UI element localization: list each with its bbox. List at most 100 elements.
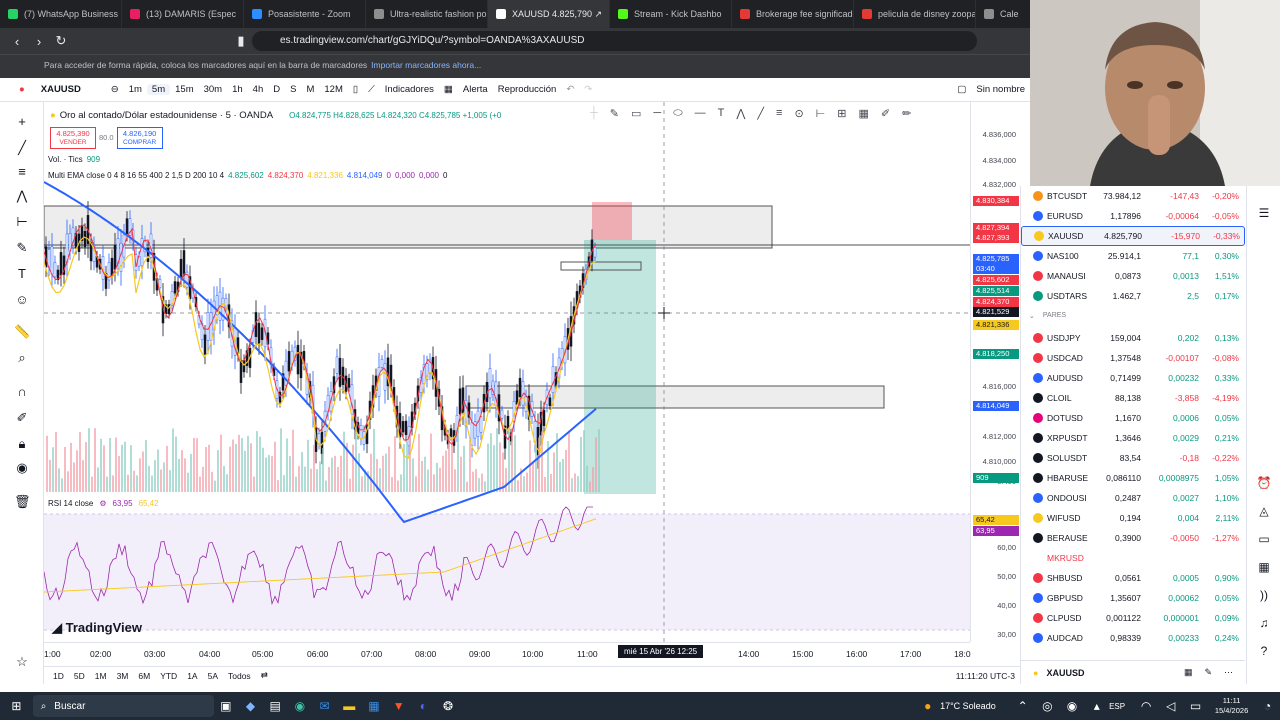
copilot-icon[interactable]: ◆ [238, 696, 263, 716]
range-1d[interactable]: 1D [48, 671, 69, 681]
ideas-icon[interactable]: ◬ [1256, 504, 1272, 520]
layout-name[interactable]: Sin nombre [971, 84, 1030, 95]
watchlist-row[interactable]: DOTUSD 1,1670 0,0006 0,05% [1021, 408, 1245, 428]
icons-tool-icon[interactable]: ☺ [14, 292, 30, 308]
watchlist-row[interactable]: HBARUSE 0,086110 0,0008975 1,05% [1021, 468, 1245, 488]
interval-M[interactable]: M [301, 84, 319, 95]
range-1a[interactable]: 1A [182, 671, 202, 681]
watchlist-row[interactable]: USDJPY 159,004 0,202 0,13% [1021, 328, 1245, 348]
grid-icon[interactable]: ▦ [858, 107, 868, 123]
volume-icon[interactable]: ◁ [1158, 696, 1183, 716]
goto-date-icon[interactable]: ⇄ [256, 670, 273, 681]
browser-tab[interactable]: (7) WhatsApp Business [0, 0, 122, 28]
watchlist-row[interactable]: BERAUSE 0,3900 -0,0050 -1,27% [1021, 528, 1245, 548]
chatgpt-icon[interactable]: ❂ [436, 696, 461, 716]
interval-12M[interactable]: 12M [319, 84, 347, 95]
watchlist-row[interactable]: NAS100 25.914,1 77,1 0,30% [1021, 246, 1245, 266]
sell-button[interactable]: 4.825,390 VENDER [50, 127, 96, 149]
import-bookmarks-link[interactable]: Importar marcadores ahora... [371, 60, 481, 70]
chart-canvas[interactable] [43, 102, 970, 642]
store-icon[interactable]: ▤ [263, 696, 288, 716]
tray-app2-icon[interactable]: ◉ [1060, 696, 1085, 716]
reload-icon[interactable]: ↻ [50, 33, 72, 49]
watchlist-row[interactable]: WIFUSD 0,194 0,004 2,11% [1021, 508, 1245, 528]
language-indicator[interactable]: ESP [1109, 702, 1134, 711]
watchlist-row[interactable]: USDTARS 1.462,7 2,5 0,17% [1021, 286, 1245, 306]
watchlist-row[interactable]: XAUUSD 4.825,790 -15,970 -0,33% [1021, 226, 1245, 246]
stay-drawing-icon[interactable]: ✐ [14, 410, 30, 426]
bookmark-icon[interactable]: ▮ [230, 33, 252, 49]
browser-tab[interactable]: Ultra-realistic fashion po [366, 0, 488, 28]
ray-icon[interactable]: ╱ [757, 107, 764, 123]
back-icon[interactable]: ‹ [6, 34, 28, 49]
browser-tab[interactable]: Stream - Kick Dashbo [610, 0, 732, 28]
zoom-tool-icon[interactable]: ⌕ [14, 350, 30, 366]
watchlist-row[interactable]: CLPUSD 0,001122 0,000001 0,09% [1021, 608, 1245, 628]
dash-icon[interactable]: ┼ [590, 107, 598, 123]
browser-tab[interactable]: (13) DAMARIS (Espec [122, 0, 244, 28]
explorer-icon[interactable]: ▬ [337, 696, 362, 716]
interval-S[interactable]: S [285, 84, 301, 95]
text-tool-icon[interactable]: T [14, 266, 30, 282]
symbol-search[interactable]: XAUUSD [36, 84, 106, 95]
range-6m[interactable]: 6M [133, 671, 155, 681]
fullscreen-icon[interactable]: ▢ [952, 84, 971, 95]
tray-app3-icon[interactable]: ▴ [1084, 696, 1109, 716]
notification-bell-icon[interactable]: ◔ [1255, 696, 1280, 716]
range-3m[interactable]: 3M [112, 671, 134, 681]
browser-tab[interactable]: pelicula de disney zoopa [854, 0, 976, 28]
help-icon[interactable]: ? [1256, 644, 1272, 660]
browser-tab[interactable]: XAUUSD 4.825,790 ↗✕ [488, 0, 610, 28]
interval-5m[interactable]: 5m [146, 84, 171, 95]
redo-icon[interactable]: ↷ [579, 84, 597, 95]
footer-symbol[interactable]: XAUUSD [1046, 668, 1084, 678]
fib-tool-icon[interactable]: ≡ [14, 164, 30, 180]
magnet-tool-icon[interactable]: ∩ [14, 384, 30, 400]
watchlist-row[interactable]: CLOIL 88,138 -3,858 -4,19% [1021, 388, 1245, 408]
hide-drawings-icon[interactable]: ◉ [14, 460, 30, 476]
fib-icon[interactable]: ⊞ [837, 107, 846, 123]
indicators-button[interactable]: Indicadores [380, 84, 439, 95]
task-view-icon[interactable]: ▣ [214, 696, 239, 716]
brave-icon[interactable]: ▼ [386, 696, 411, 716]
watchlist-row[interactable]: SOLUSDT 83,54 -0,18 -0,22% [1021, 448, 1245, 468]
range-1m[interactable]: 1M [90, 671, 112, 681]
watchlist-row[interactable]: XRPUSDT 1,3646 0,0029 0,21% [1021, 428, 1245, 448]
line-icon[interactable]: ─ [653, 107, 661, 123]
streams-icon[interactable]: )) [1256, 588, 1272, 604]
interval-1m[interactable]: 1m [124, 84, 147, 95]
watchlist-row[interactable]: ONDOUSI 0,2487 0,0027 1,10% [1021, 488, 1245, 508]
interval-15m[interactable]: 15m [170, 84, 198, 95]
circle-icon[interactable]: ⊙ [794, 107, 803, 123]
watchlist-row[interactable]: AUDUSD 0,71499 0,00232 0,33% [1021, 368, 1245, 388]
browser-tab[interactable]: Posasistente - Zoom [244, 0, 366, 28]
watchlist-row[interactable]: MANAUSI 0,0873 0,0013 1,51% [1021, 266, 1245, 286]
time-axis[interactable]: 1:00 02:00 03:00 04:00 05:00 06:00 07:00 08:00 0… [44, 642, 971, 662]
outlook-icon[interactable]: ✉ [312, 696, 337, 716]
watchlist-row[interactable]: USDCAD 1,37548 -0,00107 -0,08% [1021, 348, 1245, 368]
crosshair-tool-icon[interactable]: + [14, 114, 30, 130]
range-5a[interactable]: 5A [203, 671, 223, 681]
interval-D[interactable]: D [268, 84, 285, 95]
interval-1h[interactable]: 1h [227, 84, 248, 95]
channel-icon[interactable]: ≡ [776, 107, 782, 123]
watchlist-row[interactable]: BTCUSDT 73.984,12 -147,43 -0,20% [1021, 186, 1245, 206]
chat-icon[interactable]: ▭ [1256, 532, 1272, 548]
volume-label[interactable]: Vol. · Tics [48, 155, 83, 164]
ruler-tool-icon[interactable]: 📏 [14, 324, 30, 340]
forward-icon[interactable]: › [28, 34, 50, 49]
discord-icon[interactable]: ◐ [411, 696, 436, 716]
alert-button[interactable]: Alerta [458, 84, 493, 95]
hline-icon[interactable]: — [695, 107, 706, 123]
watchlist-row[interactable]: GBPUSD 1,35607 0,00062 0,05% [1021, 588, 1245, 608]
notifications-icon[interactable]: ♫ [1256, 616, 1272, 632]
calendar-icon[interactable]: ▦ [1256, 560, 1272, 576]
windows-start-icon[interactable]: ⊞ [4, 696, 29, 716]
browser-tab[interactable]: Brokerage fee significado [732, 0, 854, 28]
app-icon[interactable]: ▦ [362, 696, 387, 716]
watchlist-row[interactable]: AUDCAD 0,98339 0,00233 0,24% [1021, 628, 1245, 648]
rsi-label[interactable]: RSI 14 close [48, 499, 93, 508]
trash-icon[interactable]: 🗑︎ [14, 494, 31, 510]
more-icon[interactable]: ⋯ [1224, 667, 1233, 678]
taskbar-search[interactable]: ⌕ Buscar [32, 695, 214, 717]
